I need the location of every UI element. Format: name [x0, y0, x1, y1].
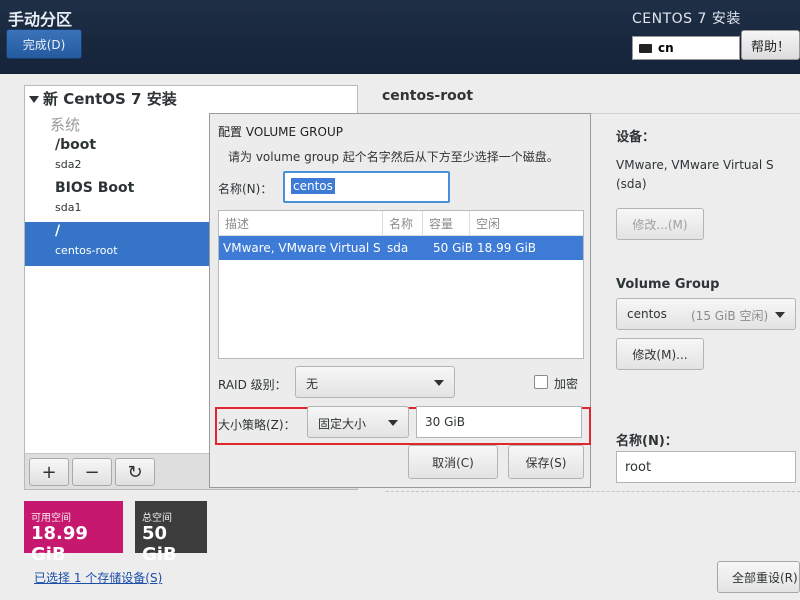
mount-device-label: sda1: [55, 201, 82, 214]
raid-level-select[interactable]: 无: [295, 366, 455, 398]
page-title: 手动分区: [8, 10, 73, 29]
cell-capacity: 50 GiB: [433, 241, 473, 255]
help-button[interactable]: 帮助！: [741, 30, 800, 60]
refresh-button[interactable]: ↻: [115, 458, 155, 486]
done-button[interactable]: 完成(D): [6, 29, 82, 59]
vg-name-label: 名称(N)：: [218, 182, 273, 196]
total-space-box: 总空间 50 GiB: [135, 501, 207, 565]
system-section-label: 系统: [50, 116, 81, 134]
mount-point-label: /: [55, 223, 61, 239]
chevron-down-icon: [388, 420, 398, 426]
name-label: 名称(N)：: [616, 434, 678, 449]
cell-description: VMware, VMware Virtual S: [223, 241, 381, 255]
configure-volume-group-dialog: 配置 VOLUME GROUP 请为 volume group 起个名字然后从下…: [209, 113, 591, 488]
raid-level-value: 无: [306, 377, 319, 391]
install-group-label: 新 CentOS 7 安装: [43, 90, 177, 108]
mount-device-label: centos-root: [55, 244, 118, 257]
size-policy-label: 大小策略(Z)：: [218, 418, 296, 432]
reset-all-button[interactable]: 全部重设(R): [717, 561, 800, 593]
modify-volume-group-button[interactable]: 修改(M)...: [616, 338, 704, 370]
name-field[interactable]: root: [616, 451, 796, 483]
keyboard-layout-indicator[interactable]: cn: [632, 36, 740, 60]
available-space-box: 可用空间 18.99 GiB: [24, 501, 123, 565]
chevron-down-icon: [775, 312, 785, 318]
dialog-title: 配置 VOLUME GROUP: [218, 125, 343, 139]
keyboard-layout-label: cn: [658, 41, 674, 55]
table-row[interactable]: VMware, VMware Virtual S sda 50 GiB 18.9…: [219, 236, 583, 260]
product-title: CENTOS 7 安装: [632, 11, 741, 27]
chevron-down-icon: [434, 380, 444, 386]
available-space-value: 18.99 GiB: [31, 523, 88, 565]
raid-level-label: RAID 级别：: [218, 378, 287, 392]
mount-point-label: BIOS Boot: [55, 180, 135, 196]
column-header-capacity[interactable]: 容量: [423, 211, 470, 235]
column-header-free[interactable]: 空闲: [470, 211, 583, 235]
cell-name: sda: [387, 241, 409, 255]
device-name: VMware, VMware Virtual S: [616, 158, 774, 172]
add-mount-button[interactable]: +: [29, 458, 69, 486]
expand-arrow-icon: [29, 96, 39, 103]
volume-group-name: centos: [627, 307, 667, 321]
dashed-divider: [386, 491, 800, 492]
keyboard-icon: [639, 43, 652, 53]
encrypt-checkbox[interactable]: [534, 375, 548, 389]
available-space-label: 可用空间: [31, 513, 71, 524]
modify-device-button[interactable]: 修改...(M): [616, 208, 704, 240]
vg-name-input[interactable]: centos: [283, 171, 450, 203]
disk-table: 描述 名称 容量 空闲 VMware, VMware Virtual S sda…: [218, 210, 584, 359]
cancel-button[interactable]: 取消(C): [408, 445, 498, 479]
total-space-label: 总空间: [142, 513, 172, 524]
column-header-name[interactable]: 名称: [383, 211, 423, 235]
volume-group-label: Volume Group: [616, 277, 720, 292]
column-header-description[interactable]: 描述: [219, 211, 383, 235]
mount-point-label: /boot: [55, 137, 97, 153]
cell-free: 18.99 GiB: [477, 241, 537, 255]
size-policy-select[interactable]: 固定大小: [307, 406, 409, 438]
remove-mount-button[interactable]: −: [72, 458, 112, 486]
save-button[interactable]: 保存(S): [508, 445, 584, 479]
volume-group-select[interactable]: centos (15 GiB 空闲): [616, 298, 796, 330]
volume-group-free: (15 GiB 空闲): [691, 309, 769, 323]
total-space-value: 50 GiB: [142, 523, 177, 565]
size-policy-value: 固定大小: [318, 417, 367, 431]
selected-mount-title: centos-root: [382, 88, 474, 104]
dialog-description: 请为 volume group 起个名字然后从下方至少选择一个磁盘。: [228, 150, 559, 164]
vg-name-value: centos: [291, 178, 335, 194]
install-group-header[interactable]: 新 CentOS 7 安装: [29, 88, 177, 109]
mount-device-label: sda2: [55, 158, 82, 171]
device-id: (sda): [616, 177, 647, 191]
size-input[interactable]: 30 GiB: [416, 406, 582, 438]
encrypt-label[interactable]: 加密: [554, 375, 578, 392]
table-header-row: 描述 名称 容量 空闲: [219, 211, 583, 236]
top-header: 手动分区 完成(D) CENTOS 7 安装 cn 帮助！: [0, 0, 800, 74]
device-label: 设备：: [616, 130, 656, 145]
storage-devices-link[interactable]: 已选择 1 个存储设备(S): [34, 569, 162, 586]
